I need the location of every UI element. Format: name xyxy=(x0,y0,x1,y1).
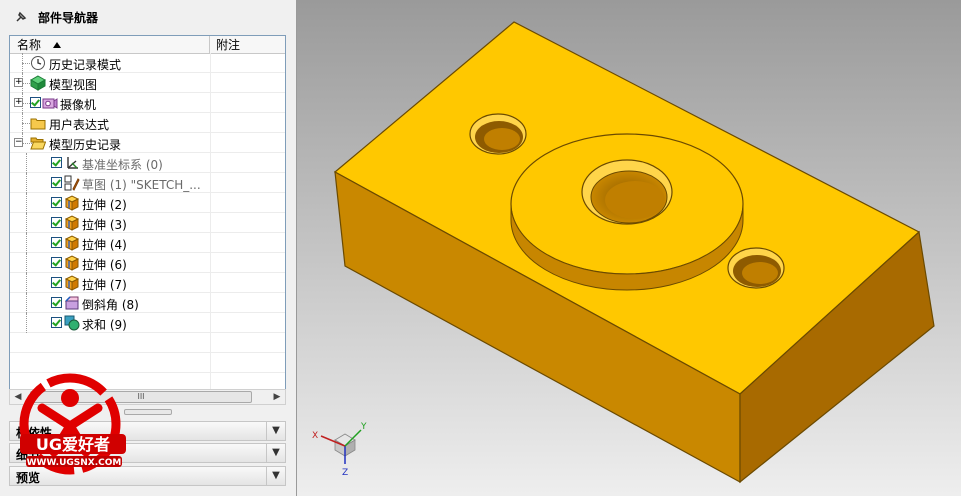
tree-row-label: 拉伸 (3) xyxy=(82,218,127,232)
tree-row[interactable]: 拉伸 (7) xyxy=(10,273,285,293)
sketch-icon xyxy=(64,175,80,191)
tree-row-label: 拉伸 (7) xyxy=(82,278,127,292)
clock-icon xyxy=(30,55,46,71)
camera-icon xyxy=(42,95,58,111)
tree-row-label: 模型历史记录 xyxy=(49,138,122,152)
boss-feature[interactable] xyxy=(510,133,744,291)
triad-y-label: Y xyxy=(360,422,367,432)
tree-row[interactable]: 草图 (1) "SKETCH_... xyxy=(10,173,285,193)
tree-row-label: 拉伸 (4) xyxy=(82,238,127,252)
navigator-tree[interactable]: 名称 附注 历史记录模式 + 模型视图 + 摄像机用户表达式 − 模型历史记录基准坐标系 (… xyxy=(9,35,286,405)
visibility-checkbox[interactable] xyxy=(51,177,62,188)
visibility-checkbox[interactable] xyxy=(51,157,62,168)
tree-row-label: 求和 (9) xyxy=(82,318,127,332)
tree-row-label: 摄像机 xyxy=(60,98,97,112)
extrude-icon xyxy=(64,275,80,291)
visibility-checkbox[interactable] xyxy=(51,277,62,288)
extrude-icon xyxy=(64,215,80,231)
visibility-checkbox[interactable] xyxy=(51,317,62,328)
extrude-icon xyxy=(64,195,80,211)
expand-icon[interactable]: + xyxy=(14,98,23,107)
triad-z-label: Z xyxy=(342,468,348,478)
tree-row[interactable]: + 模型视图 xyxy=(10,73,285,93)
expand-icon[interactable]: + xyxy=(14,78,23,87)
unite-icon xyxy=(64,315,80,331)
triad-x-label: X xyxy=(312,431,318,441)
visibility-checkbox[interactable] xyxy=(51,257,62,268)
extrude-icon xyxy=(64,255,80,271)
tree-row[interactable]: 拉伸 (6) xyxy=(10,253,285,273)
tree-row[interactable]: 用户表达式 xyxy=(10,113,285,133)
right-hole[interactable] xyxy=(727,247,785,289)
visibility-checkbox[interactable] xyxy=(51,197,62,208)
watermark-url: WWW.UGSNX.COM xyxy=(27,458,122,468)
tree-row-label: 基准坐标系 (0) xyxy=(82,158,163,172)
graphics-viewport[interactable]: X Y Z xyxy=(297,0,961,496)
chevron-down-icon[interactable]: ▼ xyxy=(266,467,285,485)
tree-row[interactable]: 拉伸 (3) xyxy=(10,213,285,233)
folder-icon xyxy=(30,115,46,131)
sort-ascending-icon xyxy=(53,41,62,48)
tree-row[interactable]: 基准坐标系 (0) xyxy=(10,153,285,173)
tree-row-label: 用户表达式 xyxy=(49,118,110,132)
tree-row[interactable]: + 摄像机 xyxy=(10,93,285,113)
column-header-name[interactable]: 名称 xyxy=(10,36,210,53)
visibility-checkbox[interactable] xyxy=(51,217,62,228)
extrude-icon xyxy=(64,235,80,251)
chamfer-icon xyxy=(64,295,80,311)
scroll-right-icon[interactable]: ▶ xyxy=(269,390,285,404)
visibility-checkbox[interactable] xyxy=(51,297,62,308)
navigator-title-bar: 部件导航器 xyxy=(0,0,296,34)
tree-row-label: 草图 (1) "SKETCH_... xyxy=(82,178,201,192)
tree-row-label: 拉伸 (6) xyxy=(82,258,127,272)
ug-watermark-logo: UG爱好者 WWW.UGSNX.COM xyxy=(14,368,134,486)
datum-csys-icon xyxy=(64,155,80,171)
model-views-icon xyxy=(29,75,47,91)
tree-header: 名称 附注 xyxy=(10,36,285,54)
chevron-down-icon[interactable]: ▼ xyxy=(266,444,285,462)
tree-row[interactable]: 求和 (9) xyxy=(10,313,285,333)
tree-row[interactable]: 拉伸 (2) xyxy=(10,193,285,213)
chevron-down-icon[interactable]: ▼ xyxy=(266,422,285,440)
tree-row[interactable]: 历史记录模式 xyxy=(10,53,285,73)
visibility-checkbox[interactable] xyxy=(30,97,41,108)
tree-row-label: 历史记录模式 xyxy=(49,58,122,72)
folder-open-icon xyxy=(30,135,47,151)
tree-row-label: 倒斜角 (8) xyxy=(82,298,139,312)
tree-row-label: 模型视图 xyxy=(49,78,98,92)
tree-row[interactable]: 拉伸 (4) xyxy=(10,233,285,253)
watermark-brand: UG爱好者 xyxy=(36,435,110,454)
tree-row-empty xyxy=(10,333,285,353)
visibility-checkbox[interactable] xyxy=(51,237,62,248)
tree-row[interactable]: − 模型历史记录 xyxy=(10,133,285,153)
tree-row-label: 拉伸 (2) xyxy=(82,198,127,212)
pin-icon[interactable] xyxy=(14,10,28,24)
column-header-note[interactable]: 附注 xyxy=(211,36,285,53)
left-hole[interactable] xyxy=(469,113,527,155)
collapse-icon[interactable]: − xyxy=(14,138,23,147)
tree-row[interactable]: 倒斜角 (8) xyxy=(10,293,285,313)
navigator-title: 部件导航器 xyxy=(38,10,99,25)
